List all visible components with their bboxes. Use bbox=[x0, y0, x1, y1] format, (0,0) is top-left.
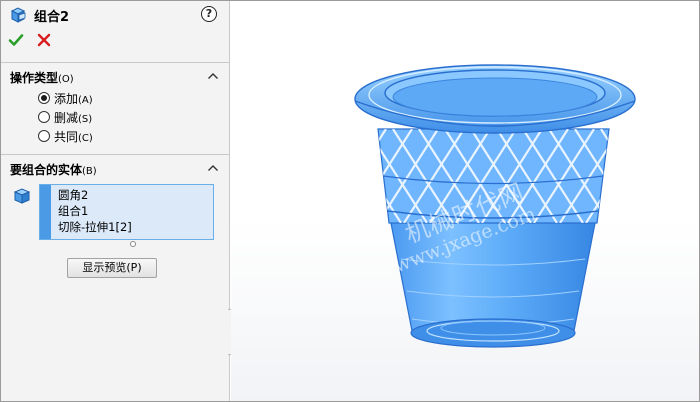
divider bbox=[1, 154, 230, 155]
bodies-selection-list[interactable]: 圆角2 组合1 切除-拉伸1[2] bbox=[39, 184, 214, 240]
list-item[interactable]: 组合1 bbox=[58, 203, 88, 219]
list-item[interactable]: 圆角2 bbox=[58, 187, 88, 203]
radio-common-button[interactable] bbox=[38, 130, 50, 142]
chevron-up-icon[interactable] bbox=[207, 71, 219, 81]
ok-check-icon[interactable] bbox=[8, 32, 24, 48]
feature-title-row: 组合2 ? bbox=[1, 1, 230, 29]
bodies-title: 要组合的实体(B) bbox=[10, 161, 97, 178]
bodies-header[interactable]: 要组合的实体(B) bbox=[1, 159, 230, 179]
cancel-x-icon[interactable] bbox=[36, 32, 52, 48]
radio-add-button[interactable] bbox=[38, 92, 50, 104]
radio-add-label: 添加(A) bbox=[54, 92, 93, 106]
operation-type-title: 操作类型(O) bbox=[10, 69, 74, 86]
feature-title: 组合2 bbox=[34, 10, 70, 25]
bodies-hotkey: (B) bbox=[82, 166, 97, 177]
combine-feature-icon bbox=[10, 7, 26, 23]
radio-subtract-button[interactable] bbox=[38, 111, 50, 123]
radio-subtract-label: 删减(S) bbox=[54, 111, 93, 125]
property-manager-panel: 组合2 ? 操作类型(O) 添加(A) 删减(S) 共同(C) 要组合的实体(B… bbox=[1, 1, 230, 401]
basket-3d-model[interactable] bbox=[231, 1, 699, 401]
bodies-label: 要组合的实体 bbox=[10, 163, 83, 177]
operation-type-label: 操作类型 bbox=[10, 71, 59, 85]
show-preview-button[interactable]: 显示预览(P) bbox=[67, 258, 157, 278]
solid-body-icon bbox=[13, 188, 31, 204]
list-item[interactable]: 切除-拉伸1[2] bbox=[58, 219, 132, 235]
radio-common-label: 共同(C) bbox=[54, 130, 93, 144]
divider bbox=[1, 62, 230, 63]
operation-type-header[interactable]: 操作类型(O) bbox=[1, 67, 230, 87]
selection-accent-bar bbox=[40, 185, 51, 239]
list-resize-handle[interactable] bbox=[130, 241, 136, 247]
chevron-up-icon[interactable] bbox=[207, 163, 219, 173]
graphics-viewport[interactable]: 机械时代网 www.jxage.com bbox=[231, 1, 699, 401]
help-button[interactable]: ? bbox=[201, 6, 217, 22]
operation-type-hotkey: (O) bbox=[58, 74, 74, 85]
